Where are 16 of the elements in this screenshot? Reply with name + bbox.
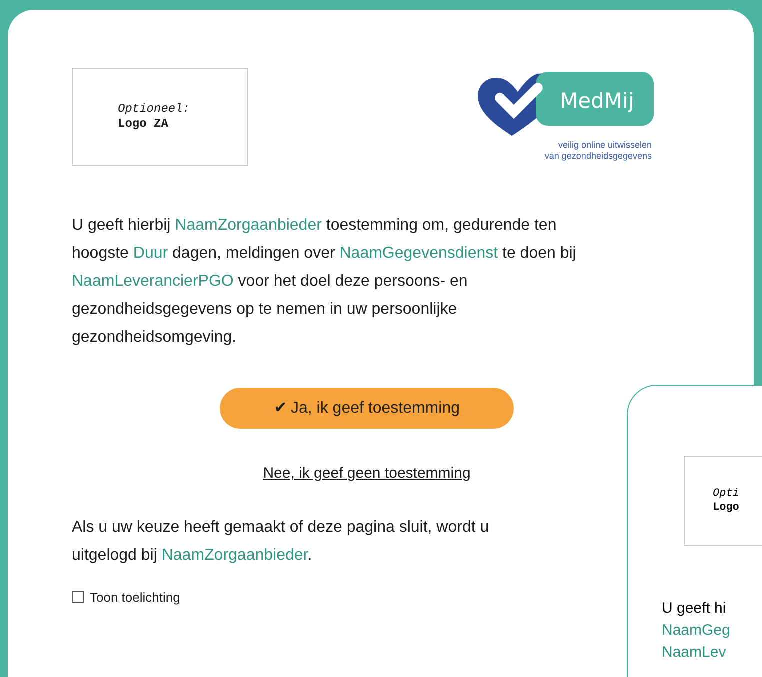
placeholder-text: Optioneel: xyxy=(118,102,192,117)
accept-button[interactable]: ✔ Ja, ik geef toestemming xyxy=(220,388,514,429)
placeholder-text: Opti xyxy=(713,487,740,501)
logo-tagline: van gezondheidsgegevens xyxy=(544,151,653,162)
logout-text: Als u uw keuze heeft gemaakt of deze pagina sluit, wordt u uitgelogd bij NaamZorgaanbieder. xyxy=(72,518,490,566)
checkbox[interactable] xyxy=(72,591,84,604)
consent-text-line: NaamLev xyxy=(662,643,728,663)
placeholder-text: Logo xyxy=(713,501,740,515)
explanation-checkbox[interactable]: Toon toelichting xyxy=(72,588,180,607)
consent-text-line: NaamGeg xyxy=(662,621,732,641)
decline-link[interactable]: Nee, ik geef geen toestemming xyxy=(263,463,471,486)
consent-text: U geeft hierbij NaamZorgaanbieder toestemming om, gedurende ten hoogste Duur dagen, meldingen over NaamGegevensdienst te doen bij NaamLeverancierPGO voor het doel deze persoons- en gezondheidsgegevens op te nemen in uw persoonlijke gezondheidsomgeving. xyxy=(72,216,578,348)
placeholder-text: Logo ZA xyxy=(118,117,170,132)
logo-tagline: veilig online uitwisselen xyxy=(558,140,653,151)
check-icon: ✔ xyxy=(274,396,288,420)
consent-text-line: U geeft hi xyxy=(662,599,728,619)
